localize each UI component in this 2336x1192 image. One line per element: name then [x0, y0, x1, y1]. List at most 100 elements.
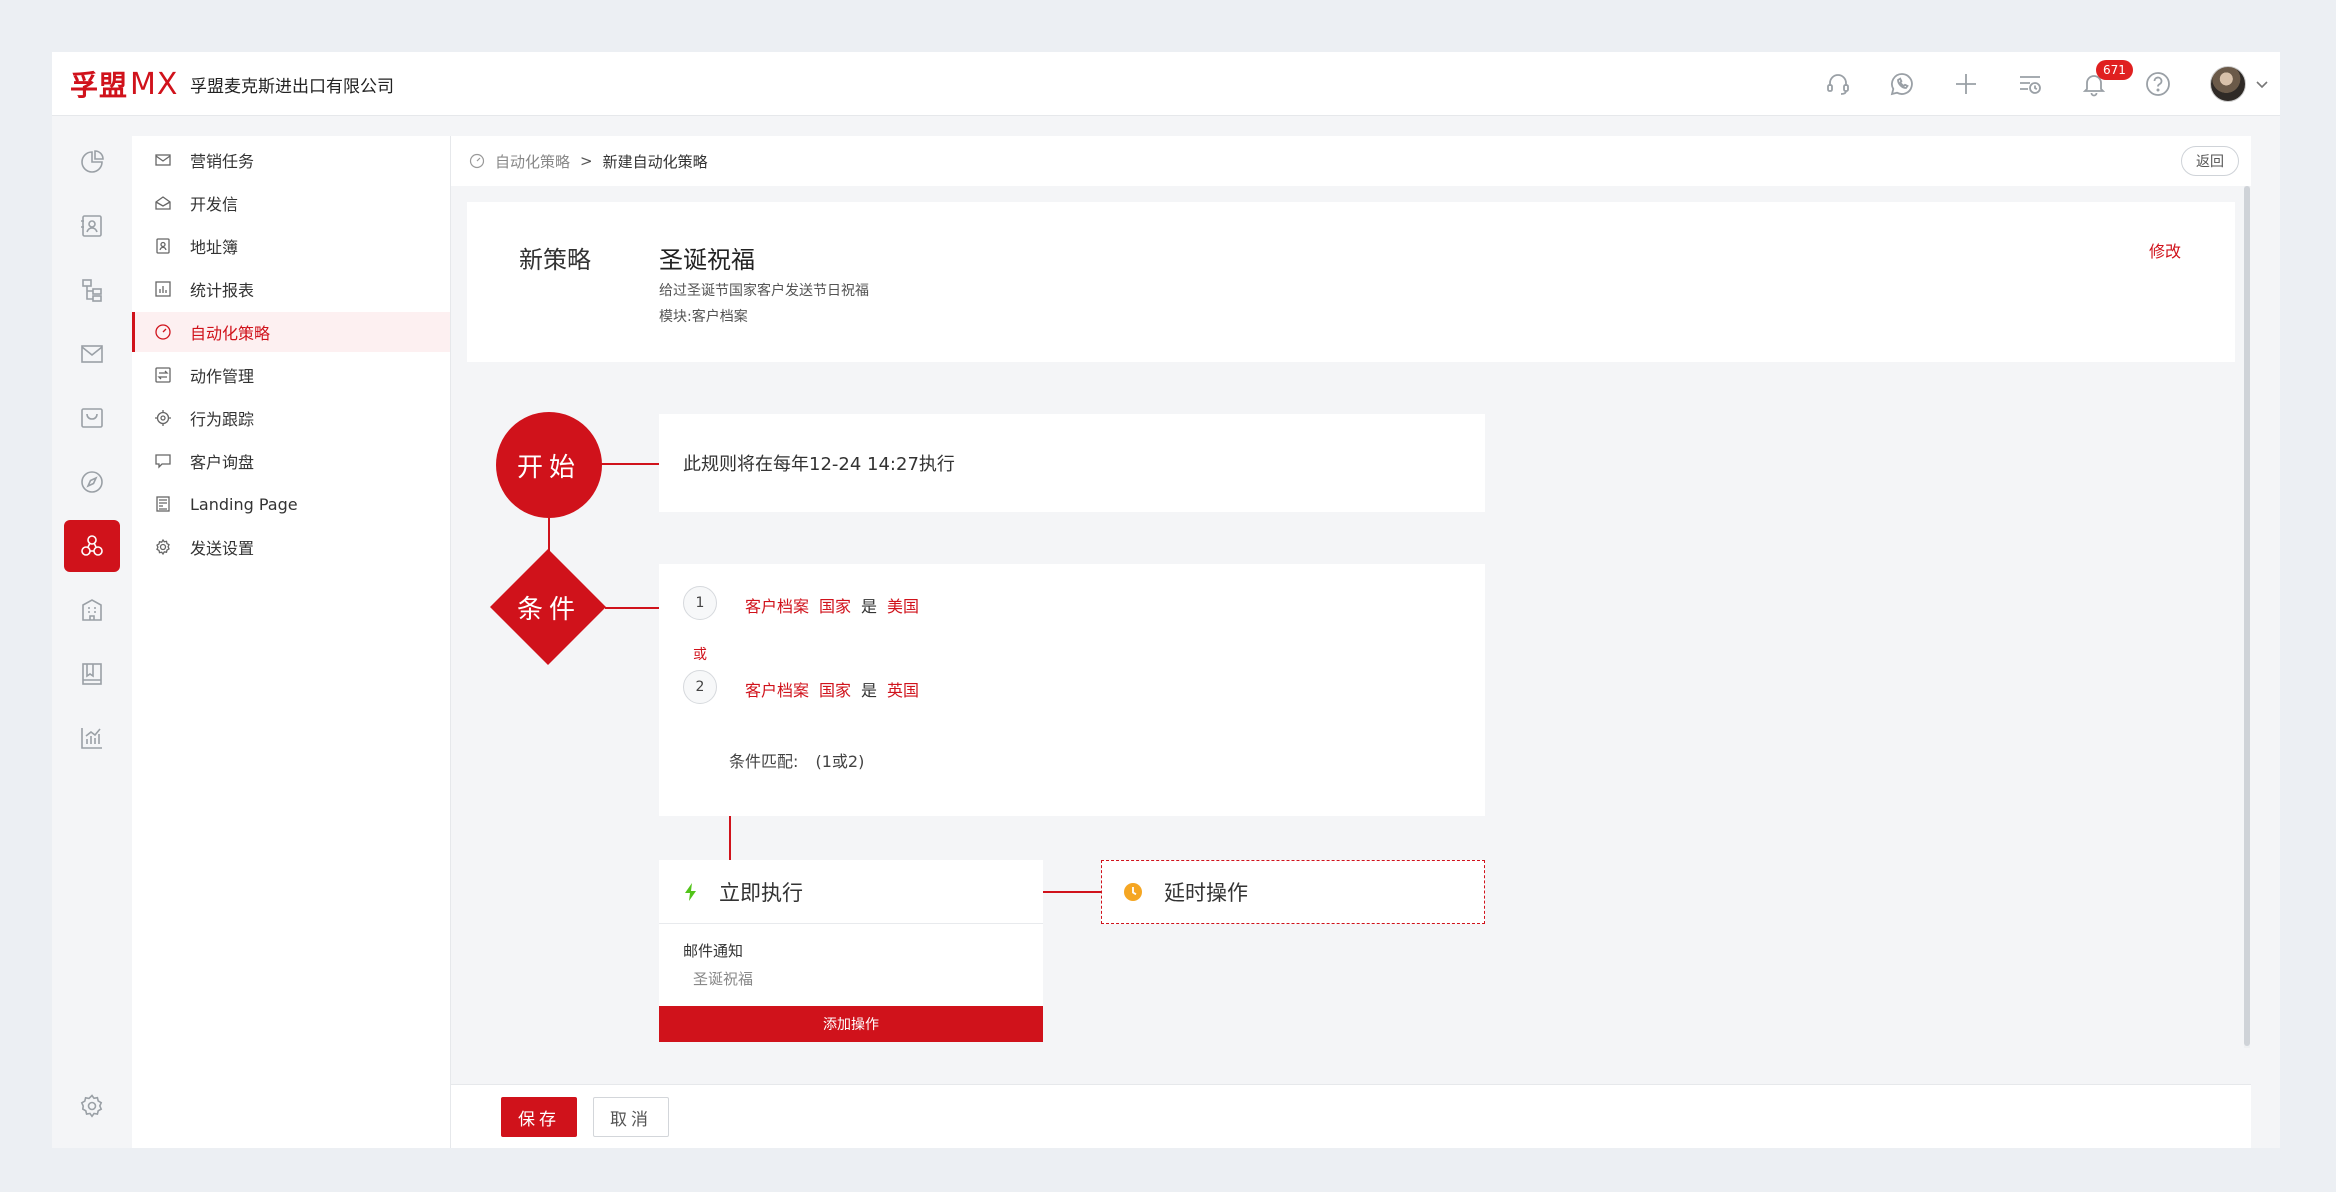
org-tree-icon[interactable] — [64, 264, 120, 316]
contacts-icon[interactable] — [64, 200, 120, 252]
breadcrumb-separator: > — [580, 152, 593, 170]
cancel-button[interactable]: 取消 — [593, 1097, 669, 1137]
gauge-icon — [155, 324, 171, 340]
plus-icon[interactable] — [1934, 52, 1998, 116]
breadcrumb-parent[interactable]: 自动化策略 — [495, 151, 570, 172]
start-node[interactable]: 开始 — [496, 412, 602, 518]
sidebar-item-label: 营销任务 — [190, 152, 255, 171]
avatar — [2210, 66, 2246, 102]
app-window: 孚盟 MX 孚盟麦克斯进出口有限公司 671 营销任务 开发信 地址簿 统计报表… — [52, 52, 2280, 1148]
top-bar: 孚盟 MX 孚盟麦克斯进出口有限公司 671 — [52, 52, 2280, 116]
connector-exec-delay — [1043, 891, 1101, 893]
match-value: (1或2) — [815, 752, 865, 771]
mail-icon[interactable] — [64, 328, 120, 380]
strategy-description: 给过圣诞节国家客户发送节日祝福 — [659, 283, 869, 299]
add-action-button[interactable]: 添加操作 — [659, 1006, 1043, 1042]
gauge-icon — [469, 153, 485, 169]
sidebar-item-send-settings[interactable]: 发送设置 — [132, 527, 450, 567]
save-button[interactable]: 保存 — [501, 1097, 577, 1137]
scrollbar-thumb[interactable] — [2244, 186, 2250, 1046]
sidebar-item-label: 客户询盘 — [190, 453, 255, 472]
sidebar-item-label: Landing Page — [190, 494, 298, 514]
report-icon — [155, 281, 171, 297]
condition-row[interactable]: 客户档案 国家 是 英国 — [745, 677, 919, 701]
exec-action-type: 邮件通知 — [683, 942, 744, 960]
edit-link[interactable]: 修改 — [2149, 238, 2181, 262]
sidebar-item-label: 发送设置 — [190, 539, 255, 558]
clock-icon — [1124, 883, 1142, 901]
strategy-label: 新策略 — [519, 246, 591, 274]
condition-field-group: 客户档案 — [745, 681, 810, 700]
condition-number: 1 — [683, 586, 717, 620]
match-label: 条件匹配: — [729, 752, 799, 771]
logo-text-cn: 孚盟 — [70, 69, 129, 102]
bottom-bar: 保存 取消 — [451, 1084, 2251, 1148]
strategy-card: 新策略 圣诞祝福 给过圣诞节国家客户发送节日祝福 模块:客户档案 修改 — [467, 202, 2235, 362]
top-toolbar: 671 — [1806, 52, 2280, 116]
sidebar-item-dev-letter[interactable]: 开发信 — [132, 183, 450, 223]
condition-match: 条件匹配: (1或2) — [729, 748, 864, 772]
sidebar-item-label: 自动化策略 — [190, 324, 271, 343]
exec-card: 立即执行 邮件通知 圣诞祝福 添加操作 — [659, 860, 1043, 1042]
sidebar-item-action-mgmt[interactable]: 动作管理 — [132, 355, 450, 395]
delay-card[interactable]: 延时操作 — [1101, 860, 1485, 924]
company-name: 孚盟麦克斯进出口有限公司 — [190, 77, 394, 97]
condition-value: 英国 — [887, 681, 920, 700]
condition-operator: 是 — [861, 681, 878, 700]
headset-icon[interactable] — [1806, 52, 1870, 116]
condition-node-label: 条件 — [516, 594, 581, 625]
breadcrumb: 自动化策略 > 新建自动化策略 返回 — [451, 136, 2251, 186]
analytics-icon[interactable] — [64, 712, 120, 764]
schedule-icon[interactable] — [1998, 52, 2062, 116]
main-content: 自动化策略 > 新建自动化策略 返回 新策略 圣诞祝福 给过圣诞节国家客户发送节… — [450, 136, 2251, 1148]
rule-card[interactable]: 此规则将在每年12-24 14:27执行 — [659, 414, 1485, 512]
bell-icon[interactable]: 671 — [2062, 52, 2133, 116]
mail-icon — [155, 154, 171, 166]
delay-title: 延时操作 — [1164, 881, 1248, 905]
condition-row[interactable]: 客户档案 国家 是 美国 — [745, 593, 919, 617]
strategy-module: 模块:客户档案 — [659, 309, 748, 325]
pie-chart-icon[interactable] — [64, 136, 120, 188]
landing-page-icon — [156, 496, 170, 512]
chevron-down-icon — [2256, 81, 2268, 89]
rule-text: 此规则将在每年12-24 14:27执行 — [683, 454, 955, 475]
target-icon — [155, 410, 171, 426]
sidebar-item-landing-page[interactable]: Landing Page — [132, 484, 450, 524]
gear-icon — [156, 538, 170, 556]
connector-start-rule — [601, 463, 659, 465]
exec-action-name[interactable]: 圣诞祝福 — [693, 968, 753, 989]
sidebar-item-label: 开发信 — [190, 195, 239, 214]
logo-text-mx: MX — [130, 66, 179, 102]
open-mail-icon — [155, 196, 171, 210]
sidebar-item-behavior[interactable]: 行为跟踪 — [132, 398, 450, 438]
app-logo[interactable]: 孚盟 MX — [70, 66, 179, 103]
inbox-icon[interactable] — [64, 392, 120, 444]
sidebar-item-label: 行为跟踪 — [190, 410, 255, 429]
action-icon — [155, 367, 171, 383]
exec-header[interactable]: 立即执行 — [659, 860, 1043, 924]
whatsapp-icon[interactable] — [1870, 52, 1934, 116]
connector-condition-exec — [729, 816, 731, 860]
sidebar-item-reports[interactable]: 统计报表 — [132, 269, 450, 309]
help-icon[interactable] — [2126, 52, 2190, 116]
icon-rail — [52, 116, 132, 1148]
condition-value: 美国 — [887, 597, 920, 616]
user-menu[interactable] — [2190, 52, 2280, 116]
sidebar-item-automation[interactable]: 自动化策略 — [132, 312, 450, 352]
sidebar-item-label: 地址簿 — [190, 238, 239, 257]
compass-icon[interactable] — [64, 456, 120, 508]
condition-field: 国家 — [819, 681, 852, 700]
sidebar-item-label: 动作管理 — [190, 367, 255, 386]
breadcrumb-current: 新建自动化策略 — [602, 152, 708, 171]
catalog-icon[interactable] — [64, 648, 120, 700]
condition-card: 1 客户档案 国家 是 美国 或 2 客户档案 国家 是 英国 条件匹配: (1… — [659, 564, 1485, 816]
exec-title: 立即执行 — [719, 880, 803, 905]
building-icon[interactable] — [64, 584, 120, 636]
sidebar-item-address-book[interactable]: 地址簿 — [132, 226, 450, 266]
sidebar-item-marketing-tasks[interactable]: 营销任务 — [132, 140, 450, 180]
sidebar: 营销任务 开发信 地址簿 统计报表 自动化策略 动作管理 行为跟踪 客户询盘 L… — [132, 136, 450, 1148]
sidebar-item-inquiry[interactable]: 客户询盘 — [132, 441, 450, 481]
automation-icon[interactable] — [64, 520, 120, 572]
settings-icon[interactable] — [64, 1080, 120, 1132]
back-button[interactable]: 返回 — [2181, 146, 2239, 176]
